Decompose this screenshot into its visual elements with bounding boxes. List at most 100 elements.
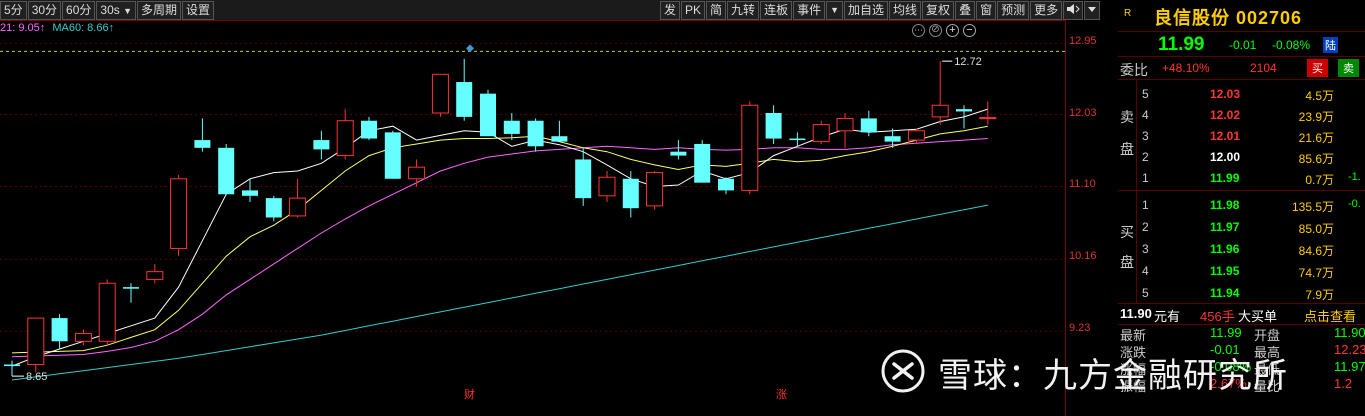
remove-icon[interactable]: −: [963, 24, 976, 37]
level-number: 3: [1142, 242, 1149, 256]
candle-body-down: [265, 198, 282, 218]
level-number: 1: [1142, 198, 1149, 212]
view-details-link[interactable]: 点击查看: [1304, 306, 1356, 325]
market-flag: R: [1124, 8, 1132, 19]
period-5min-button[interactable]: 5分: [0, 1, 27, 20]
level-number: 1: [1142, 171, 1149, 185]
fa-button[interactable]: 发: [660, 1, 681, 20]
adjust-button[interactable]: 复权: [922, 1, 955, 20]
stat-value: 11.99: [1210, 325, 1242, 340]
zoom-in-icon[interactable]: ⊘: [929, 24, 942, 37]
trade-price: 11.90: [1120, 306, 1152, 321]
candle-body-down: [622, 178, 639, 209]
multi-period-button[interactable]: 多周期: [137, 1, 182, 20]
nine-turn-button[interactable]: 九转: [727, 1, 760, 20]
order-ratio-value: +48.10%: [1162, 61, 1210, 75]
candle-body-up: [74, 333, 92, 342]
buy-button[interactable]: 买: [1307, 59, 1328, 77]
forecast-button[interactable]: 预测: [997, 1, 1030, 20]
bid-row[interactable]: 5 11.94 7.9万: [1118, 283, 1365, 303]
chevron-down-icon[interactable]: ▼: [826, 1, 844, 20]
candle-body-up: [907, 130, 925, 141]
add-icon[interactable]: +: [946, 24, 959, 37]
more-button[interactable]: 更多: [1030, 1, 1063, 20]
events-label: 事件: [797, 3, 822, 17]
candle-body-down: [480, 93, 496, 137]
ask-row[interactable]: 1 11.99 0.7万 -1.: [1118, 168, 1365, 188]
ask-volume: 85.6万: [1298, 152, 1334, 166]
pk-button[interactable]: PK: [681, 1, 706, 20]
events-button[interactable]: 事件: [793, 1, 826, 20]
period-60min-button[interactable]: 60分: [62, 1, 96, 20]
candle-body-down: [527, 120, 544, 147]
stat-value: 12.23: [1334, 342, 1365, 357]
ask-volume: 4.5万: [1305, 89, 1334, 103]
level-number: 4: [1142, 108, 1149, 122]
ask-row[interactable]: 4 12.02 23.9万: [1118, 105, 1365, 125]
price-tick-label: 10.16: [1069, 250, 1097, 262]
trade-unit: 元有: [1154, 309, 1181, 324]
candle-body-down: [694, 143, 711, 183]
overlay-button[interactable]: 叠: [955, 1, 976, 20]
candle-body-down: [718, 178, 734, 191]
chart-controls: ⋯ ⊘ + −: [912, 24, 976, 37]
candle-body-up: [289, 197, 307, 217]
ma60-line: [11, 204, 988, 381]
bid-price: 11.94: [1210, 286, 1240, 300]
price-tick-label: 11.10: [1069, 178, 1096, 190]
bid-price: 11.96: [1210, 242, 1240, 256]
level-number: 5: [1142, 286, 1149, 300]
zoom-out-icon[interactable]: ⋯: [912, 24, 925, 37]
ask-row[interactable]: 3 12.01 21.6万: [1118, 126, 1365, 146]
candle-body-down: [194, 140, 211, 148]
chart-tools: 发 PK 简 九转 连板 事件 ▼ 加自选 均线 复权 叠 窗 预测 更多: [660, 1, 1101, 20]
candle-body-down: [551, 136, 568, 142]
candle-body-up: [431, 73, 449, 114]
stock-name[interactable]: 良信股份 002706: [1154, 4, 1302, 30]
ask-row[interactable]: 5 12.03 4.5万: [1118, 84, 1365, 104]
trade-type: 大买单: [1238, 309, 1278, 324]
moving-average-button[interactable]: 均线: [889, 1, 922, 20]
settings-button[interactable]: 设置: [182, 1, 215, 20]
order-ratio-label: 委比: [1120, 62, 1148, 78]
speaker-icon[interactable]: [1063, 1, 1084, 20]
candle-body-up: [336, 120, 354, 157]
order-ratio-diff: 2104: [1250, 61, 1277, 75]
level-number: 2: [1142, 150, 1149, 164]
bid-row[interactable]: 4 11.95 74.7万: [1118, 261, 1365, 281]
candle-body-down: [789, 138, 806, 141]
price-change-pct: -0.08%: [1272, 38, 1311, 52]
candle-body-down: [313, 140, 330, 150]
bid-row[interactable]: 1 11.98 135.5万 -0.: [1118, 195, 1365, 215]
candle-body-down: [456, 82, 473, 117]
event-marker: 涨: [776, 388, 787, 401]
order-ratio: 委比 +48.10% 2104 买 卖: [1118, 57, 1365, 80]
candle-body-up: [979, 117, 997, 120]
dropdown-icon[interactable]: [1084, 1, 1101, 20]
limit-up-button[interactable]: 连板: [760, 1, 793, 20]
candle-body-down: [765, 113, 782, 139]
price-bar: 11.99 -0.01 -0.08% 陆: [1118, 32, 1365, 57]
window-button[interactable]: 窗: [976, 1, 997, 20]
stats-row: 最新 11.99 开盘 11.90: [1118, 325, 1365, 343]
ma10-line: [11, 125, 988, 354]
low-label: 8.65: [26, 371, 47, 383]
chart-toolbar: 5分 30分 60分 30s ▼ 多周期 设置 发 PK 简 九转 连板 事件 …: [0, 0, 1101, 21]
candle-body-down: [51, 318, 68, 342]
ask-row[interactable]: 2 12.00 85.6万: [1118, 147, 1365, 167]
bid-row[interactable]: 2 11.97 85.0万: [1118, 217, 1365, 237]
price-tick-label: 9.23: [1069, 322, 1091, 334]
bid-book: 买 盘 1 11.98 135.5万 -0. 2 11.97 85.0万 3 11.96 84…: [1118, 191, 1365, 304]
big-trade-row[interactable]: 11.90 元有 456手 大买单 点击查看: [1118, 304, 1365, 325]
candle-body-up: [598, 176, 616, 197]
candle-body-up: [646, 172, 664, 207]
ma5-line: [11, 108, 988, 367]
add-watchlist-button[interactable]: 加自选: [844, 1, 889, 20]
period-30min-button[interactable]: 30分: [27, 1, 62, 20]
simple-button[interactable]: 简: [706, 1, 727, 20]
stat-value: 1.2: [1334, 376, 1353, 391]
bid-row[interactable]: 3 11.96 84.6万: [1118, 239, 1365, 259]
period-30s-button[interactable]: 30s ▼: [96, 1, 137, 20]
candle-body-down: [670, 151, 687, 156]
sell-button[interactable]: 卖: [1338, 59, 1359, 77]
